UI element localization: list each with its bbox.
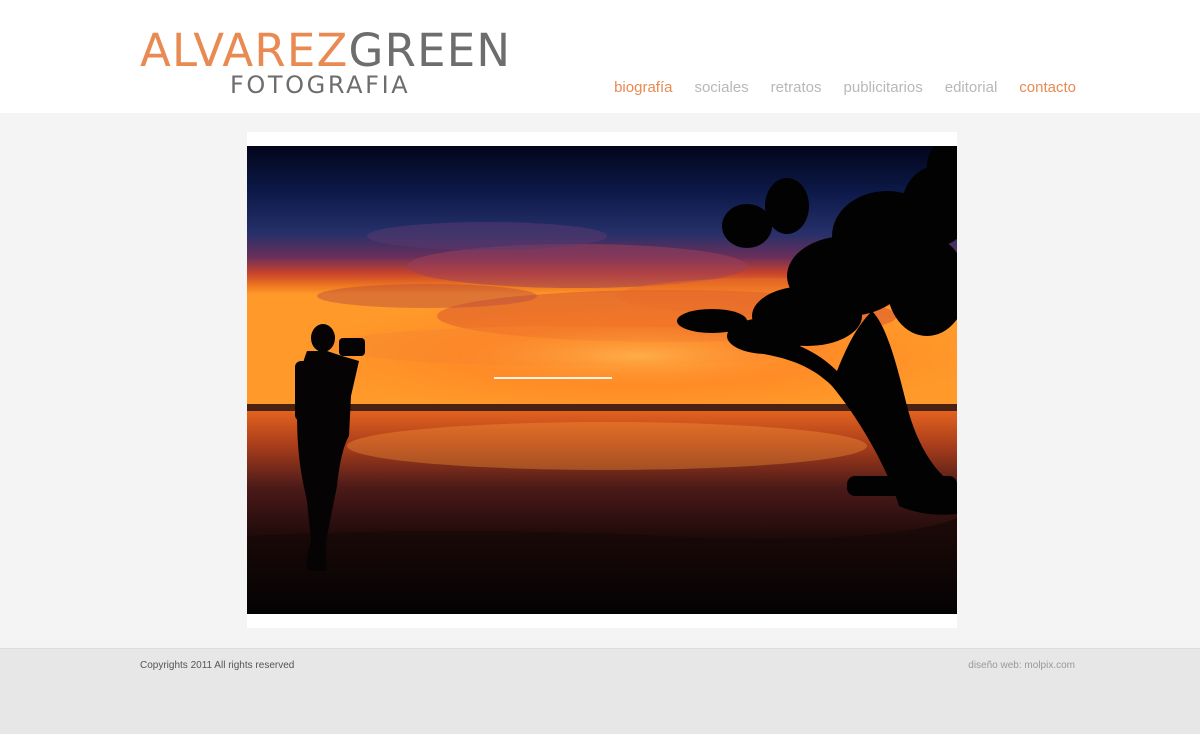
site-logo[interactable]: ALVAREZGREEN FOTOGRAFIA	[140, 28, 510, 100]
credit-link[interactable]: molpix.com	[1024, 660, 1075, 671]
nav-item-contacto[interactable]: contacto	[1019, 78, 1076, 98]
logo-subtitle: FOTOGRAFIA	[230, 71, 411, 99]
design-credit: diseño web: molpix.com	[968, 660, 1075, 671]
site-footer: Copyrights 2011 All rights reserved dise…	[0, 648, 1200, 734]
nav-item-biografia[interactable]: biografía	[614, 78, 672, 98]
nav-item-sociales[interactable]: sociales	[694, 78, 748, 98]
photo-frame	[247, 132, 957, 628]
main-nav: biografía sociales retratos publicitario…	[614, 78, 1076, 98]
copyright-text: Copyrights 2011 All rights reserved	[140, 660, 295, 671]
logo-wordmark: ALVAREZGREEN	[140, 28, 511, 73]
logo-name-part1: ALVAREZ	[140, 24, 349, 77]
site-header: ALVAREZGREEN FOTOGRAFIA biografía social…	[0, 0, 1200, 113]
credit-prefix: diseño web:	[968, 660, 1025, 671]
gallery-photo[interactable]	[247, 146, 957, 614]
nav-item-publicitarios[interactable]: publicitarios	[844, 78, 923, 98]
sunset-photo-image	[247, 146, 957, 614]
nav-item-retratos[interactable]: retratos	[771, 78, 822, 98]
logo-name-part2: GREEN	[348, 24, 512, 77]
main-content	[0, 113, 1200, 648]
nav-item-editorial[interactable]: editorial	[945, 78, 998, 98]
